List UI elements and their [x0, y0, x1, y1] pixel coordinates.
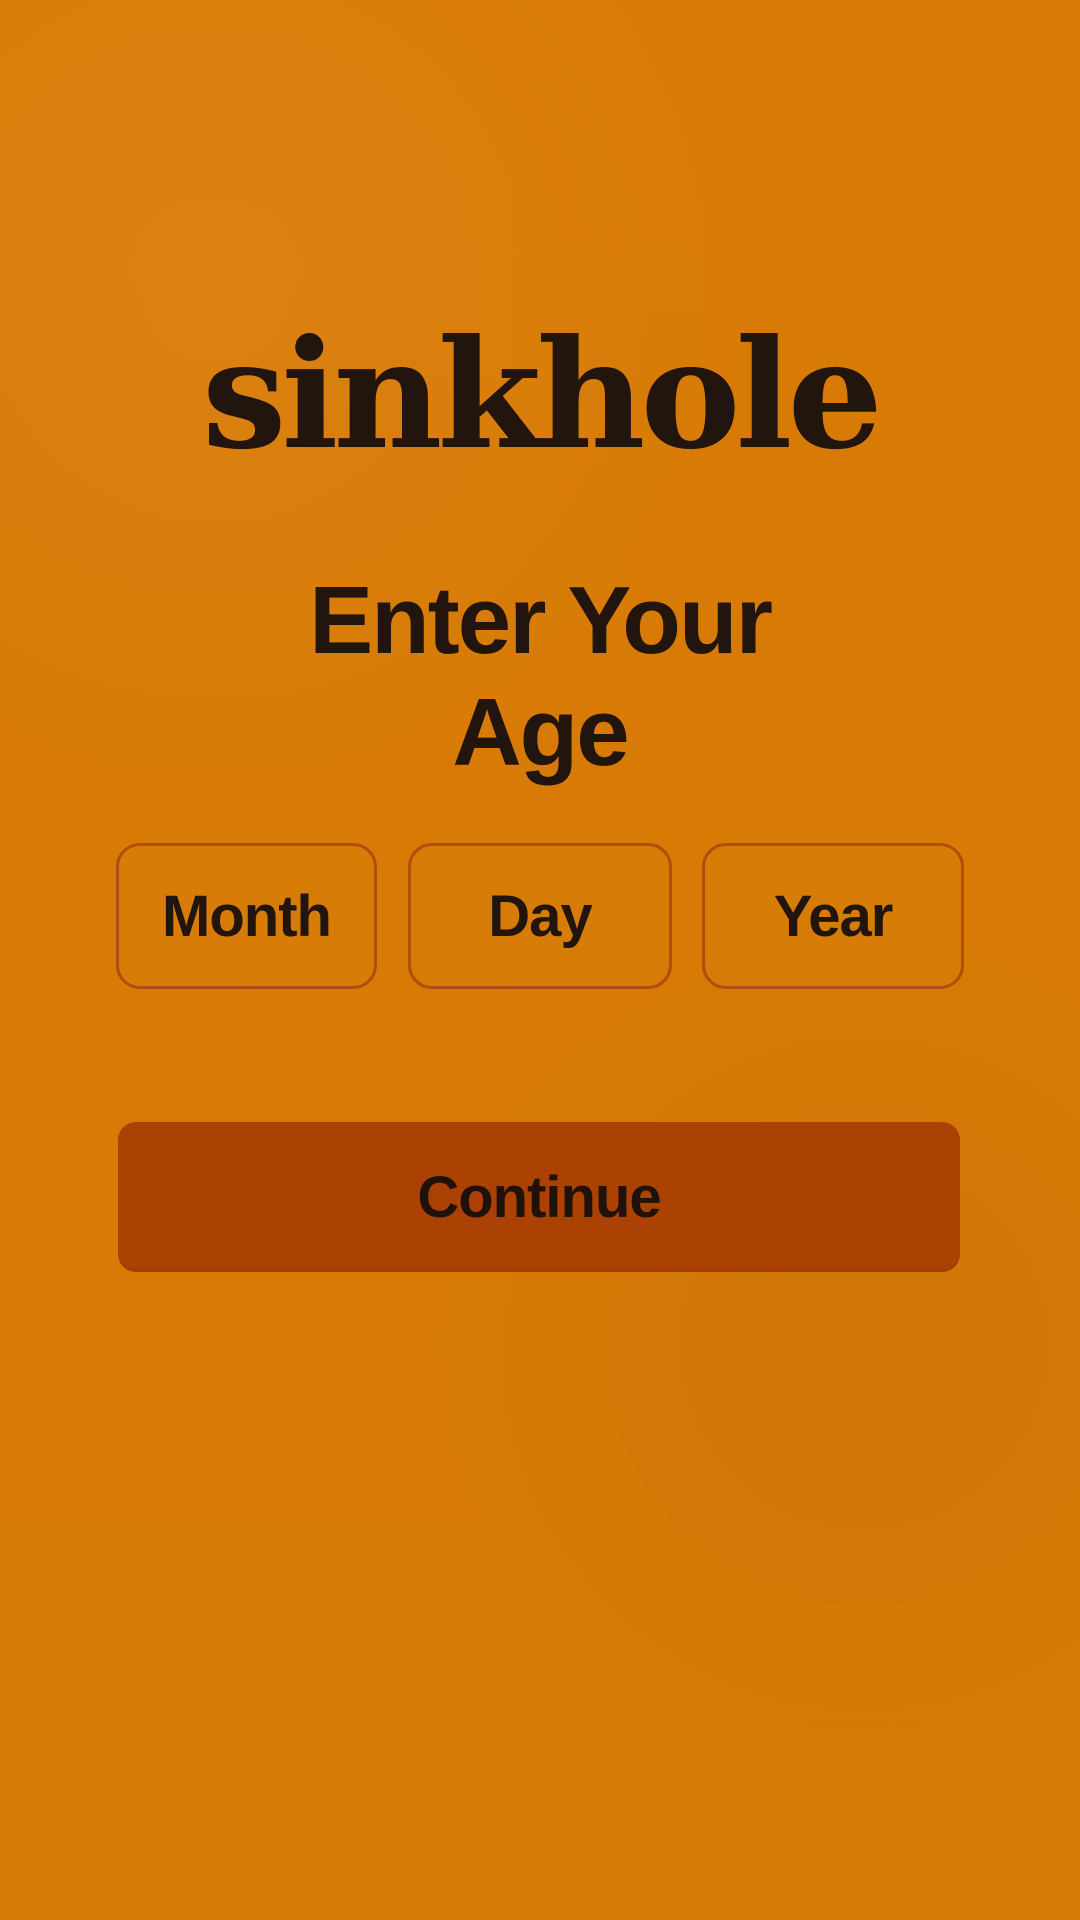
title-line-1: Enter Your	[309, 567, 773, 674]
year-field[interactable]: Year	[702, 843, 964, 989]
title-line-2: Age	[452, 679, 629, 786]
age-entry-screen: sinkhole Enter Your Age Month Day Year C…	[0, 0, 1080, 1920]
page-title: Enter Your Age	[0, 565, 1080, 789]
month-field[interactable]: Month	[116, 843, 377, 989]
day-field[interactable]: Day	[408, 843, 672, 989]
app-logo: sinkhole	[202, 307, 883, 483]
continue-button[interactable]: Continue	[118, 1122, 960, 1272]
birthdate-fields: Month Day Year	[116, 843, 964, 993]
